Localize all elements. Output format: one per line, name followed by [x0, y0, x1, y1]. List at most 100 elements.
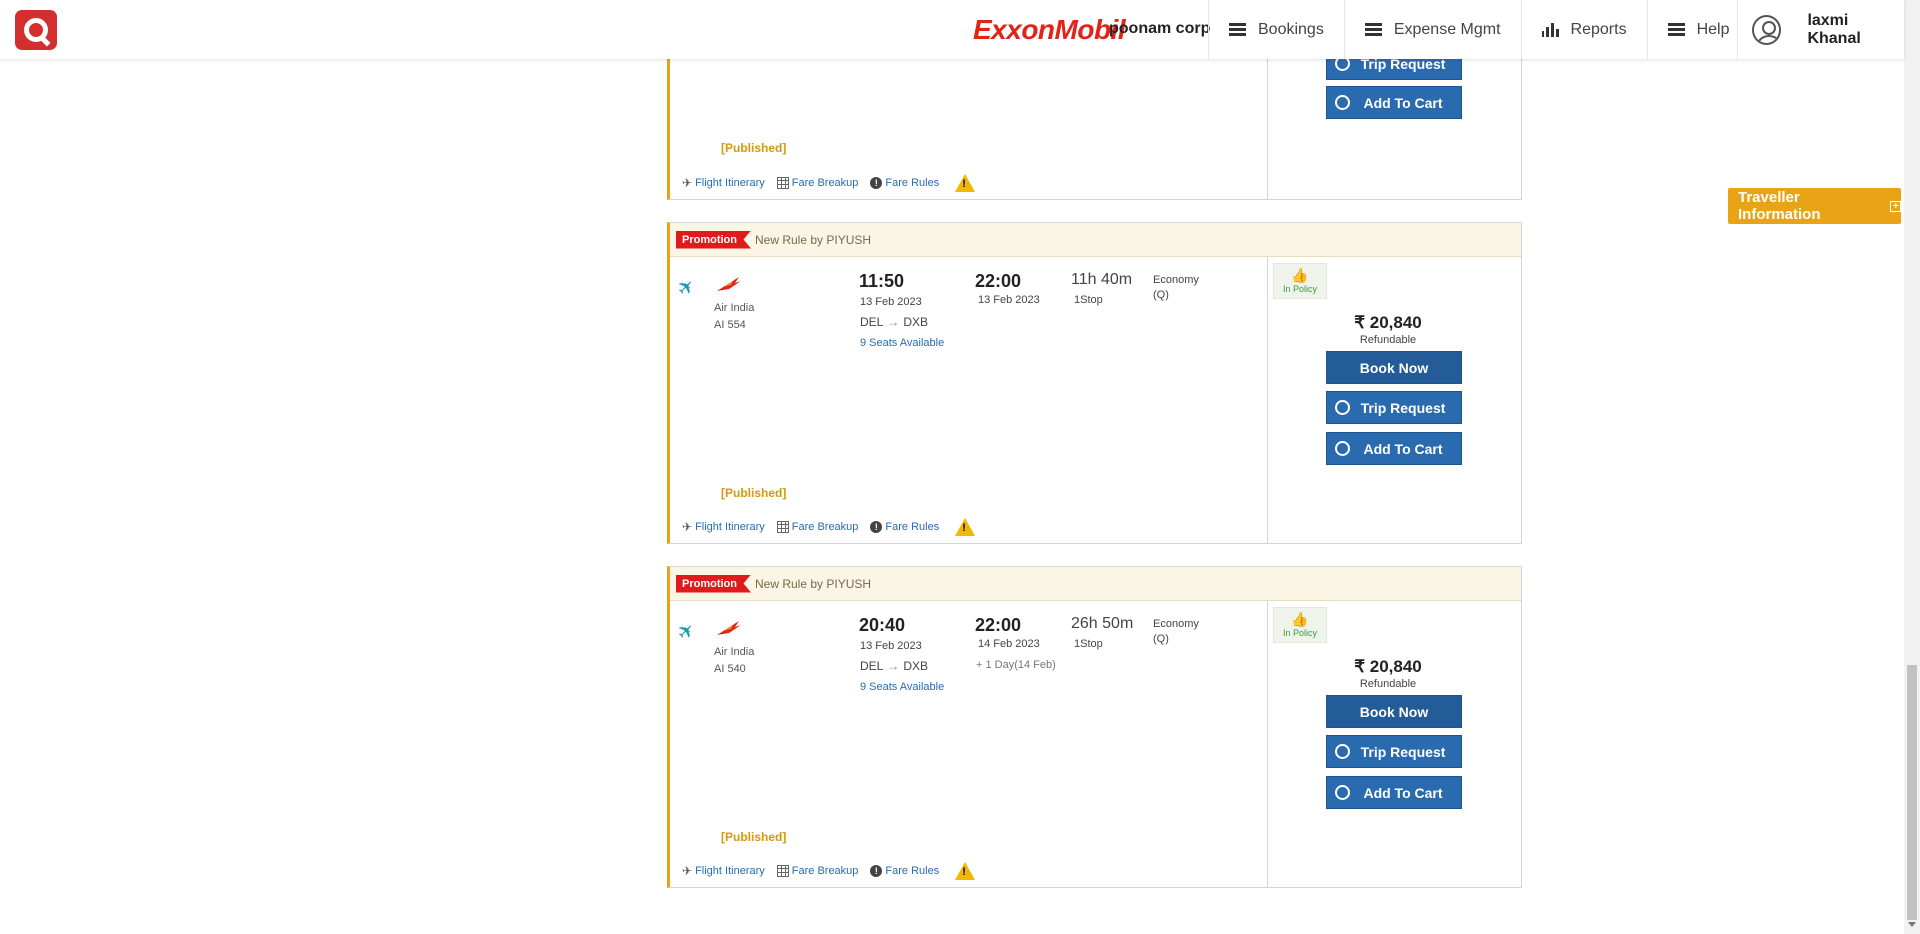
fare-price: ₹ 20,840 — [1354, 313, 1422, 332]
flight-result-card: Promotion New Rule by PIYUSH ✈ Air India… — [667, 222, 1522, 544]
arrival-time: 22:00 — [975, 271, 1022, 291]
bar-chart-icon — [1541, 22, 1559, 37]
airplane-icon: ✈ — [673, 618, 701, 646]
flight-itinerary-link[interactable]: ✈ Flight Itinerary — [682, 176, 765, 190]
main-nav: Bookings Expense Mgmt Reports Help — [1208, 0, 1749, 59]
promotion-bar: Promotion New Rule by PIYUSH — [670, 567, 1521, 601]
radio-icon — [1335, 400, 1350, 415]
fare-rules-link[interactable]: ! Fare Rules — [870, 177, 939, 189]
traveller-information-label: Traveller Information — [1738, 189, 1821, 223]
calculator-icon — [776, 177, 789, 189]
next-day-indicator: + 1 Day(14 Feb) — [976, 659, 1056, 671]
nav-reports[interactable]: Reports — [1520, 0, 1647, 59]
radio-icon — [1335, 95, 1350, 110]
info-icon: ! — [870, 521, 883, 533]
airplane-icon: ✈ — [682, 176, 693, 190]
add-to-cart-button[interactable]: Add To Cart — [1326, 776, 1462, 809]
warning-icon[interactable]: ! — [955, 174, 976, 192]
thumbs-up-icon: 👍 — [1291, 611, 1309, 627]
fare-breakup-link[interactable]: Fare Breakup — [776, 865, 859, 877]
link-label: Flight Itinerary — [695, 521, 765, 533]
link-label: Fare Breakup — [791, 521, 859, 533]
cabin-name: Economy — [1153, 618, 1199, 630]
arrow-right-icon: → — [887, 659, 900, 673]
radio-icon — [1335, 441, 1350, 456]
fare-breakup-link[interactable]: Fare Breakup — [776, 521, 859, 533]
stops-count[interactable]: 1Stop — [1074, 638, 1103, 650]
stops-count[interactable]: 1Stop — [1074, 294, 1103, 306]
add-to-cart-button[interactable]: Add To Cart — [1326, 432, 1462, 465]
cabin-name: Economy — [1153, 274, 1199, 286]
nav-bookings[interactable]: Bookings — [1208, 0, 1344, 59]
policy-label: In Policy — [1282, 284, 1317, 294]
card-body: ✈ Air India AI 554 11:50 13 Feb 2023 DEL… — [670, 257, 1521, 543]
promotion-rule-text: New Rule by PIYUSH — [755, 232, 872, 247]
arrival-date: 13 Feb 2023 — [978, 294, 1040, 306]
book-now-button[interactable]: Book Now — [1326, 351, 1462, 384]
airplane-icon: ✈ — [673, 274, 701, 302]
fare-rules-link[interactable]: ! Fare Rules — [870, 865, 939, 877]
user-menu[interactable]: laxmi Khanal — [1737, 0, 1904, 59]
promotion-bar: Promotion New Rule by PIYUSH — [670, 223, 1521, 257]
flight-itinerary-link[interactable]: ✈ Flight Itinerary — [682, 520, 765, 534]
card-divider — [1267, 257, 1268, 543]
trip-request-button[interactable]: Trip Request — [1326, 391, 1462, 424]
book-now-label: Book Now — [1359, 703, 1429, 720]
menu-icon — [1667, 23, 1685, 36]
plus-box-icon: + — [1890, 200, 1901, 212]
fare-published-label: [Published] — [721, 141, 787, 155]
nav-help[interactable]: Help — [1646, 0, 1750, 59]
scroll-down-arrow-icon[interactable] — [1908, 922, 1916, 927]
flight-number: AI 540 — [714, 663, 746, 675]
origin-code: DEL — [860, 659, 884, 673]
promotion-rule-text: New Rule by PIYUSH — [755, 576, 872, 591]
scrollbar-thumb[interactable] — [1907, 665, 1917, 920]
promotion-tag: Promotion — [676, 574, 751, 593]
card-links: ✈ Flight Itinerary Fare Breakup ! Fare Rul… — [682, 862, 976, 880]
nav-label: Help — [1696, 20, 1730, 38]
page-scrollbar[interactable] — [1904, 0, 1920, 934]
warning-icon[interactable]: ! — [955, 862, 976, 880]
brand-logo: ExxonMobil — [973, 14, 1126, 45]
flight-number: AI 554 — [714, 319, 746, 331]
trip-request-label: Trip Request — [1360, 399, 1446, 416]
departure-time: 20:40 — [859, 615, 906, 635]
refundable-label: Refundable — [1359, 678, 1417, 690]
fare-breakup-link[interactable]: Fare Breakup — [776, 177, 858, 189]
traveller-information-tab[interactable]: Traveller Information + — [1728, 188, 1901, 224]
fare-rules-link[interactable]: ! Fare Rules — [870, 521, 939, 533]
calculator-icon — [776, 521, 789, 533]
card-links: ✈ Flight Itinerary Fare Breakup ! Fare Rul… — [682, 174, 976, 192]
seats-available-link[interactable]: 9 Seats Available — [860, 337, 944, 349]
flight-result-card: Promotion New Rule by PIYUSH ✈ Air India… — [667, 566, 1522, 888]
book-now-button[interactable]: Book Now — [1326, 695, 1462, 728]
link-label: Fare Breakup — [791, 865, 859, 877]
link-label: Fare Rules — [885, 521, 940, 533]
nav-expense-mgmt[interactable]: Expense Mgmt — [1343, 0, 1521, 59]
air-india-logo-icon — [717, 621, 741, 635]
add-to-cart-button[interactable]: Add To Cart — [1326, 86, 1462, 119]
departure-date: 13 Feb 2023 — [860, 296, 922, 308]
airline-name: Air India — [714, 302, 755, 314]
fare-price: ₹ 20,840 — [1354, 657, 1422, 676]
link-label: Flight Itinerary — [695, 177, 765, 189]
in-policy-badge: 👍 In Policy — [1273, 263, 1327, 299]
link-label: Fare Rules — [885, 865, 940, 877]
flight-itinerary-link[interactable]: ✈ Flight Itinerary — [682, 864, 765, 878]
route: DEL → DXB — [860, 659, 928, 673]
arrival-date: 14 Feb 2023 — [978, 638, 1040, 650]
menu-icon — [1364, 23, 1382, 36]
trip-request-button[interactable]: Trip Request — [1326, 735, 1462, 768]
app-logo[interactable] — [15, 10, 57, 50]
departure-time: 11:50 — [859, 271, 905, 291]
link-label: Fare Rules — [885, 177, 940, 189]
flight-duration: 11h 40m — [1071, 271, 1133, 288]
departure-date: 13 Feb 2023 — [860, 640, 922, 652]
nav-label: Reports — [1570, 20, 1627, 38]
warning-icon[interactable]: ! — [955, 518, 976, 536]
fare-published-label: [Published] — [721, 486, 787, 500]
menu-icon — [1229, 23, 1246, 36]
info-icon: ! — [870, 865, 883, 877]
fare-published-label: [Published] — [721, 830, 787, 844]
seats-available-link[interactable]: 9 Seats Available — [860, 681, 944, 693]
